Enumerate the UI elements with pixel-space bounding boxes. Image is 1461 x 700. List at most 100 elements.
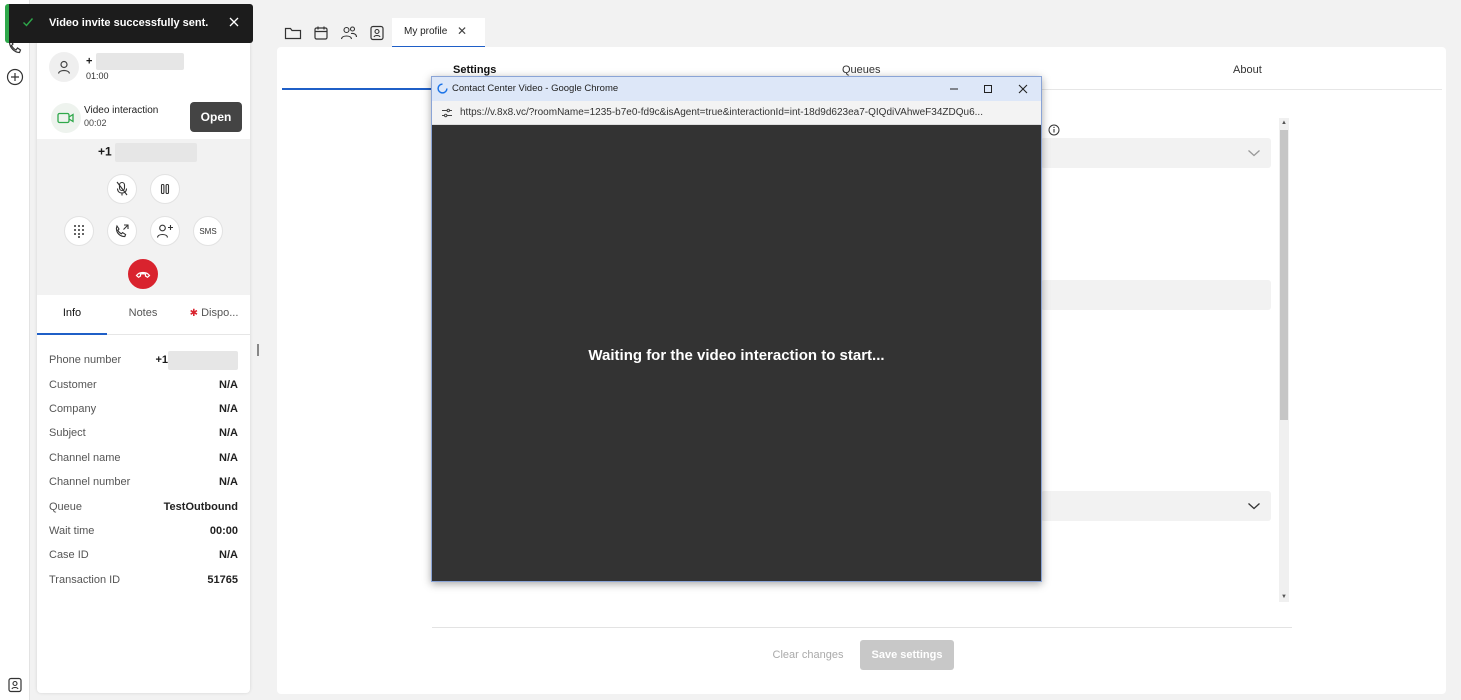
user-icon [57,60,71,74]
dialpad-icon [74,225,84,238]
add-icon[interactable] [6,68,24,86]
video-interaction-time: 00:02 [84,118,107,128]
success-toast: Video invite successfully sent. [5,4,253,43]
mute-button[interactable] [107,174,137,204]
info-label: Channel number [49,476,131,489]
dialed-number: +1 [98,143,198,162]
info-label: Customer [49,378,97,391]
info-icon[interactable] [1048,124,1060,139]
check-icon [23,18,34,27]
settings-dropdown[interactable] [1041,138,1271,168]
tab-disposition[interactable]: ✱ Dispo... [179,295,249,335]
video-interaction-row: Video interaction 00:02 Open [37,98,250,140]
left-rail [0,0,30,700]
close-icon[interactable] [227,15,241,29]
info-value: +1 [155,354,168,367]
info-value: 51765 [207,573,238,586]
add-user-icon [156,224,173,238]
settings-input[interactable] [1041,280,1271,310]
waiting-message: Waiting for the video interaction to sta… [588,347,885,364]
save-settings-button[interactable]: Save settings [860,640,954,670]
info-row: Customer N/A [49,372,238,396]
microphone-off-icon [116,181,128,196]
close-tab-icon[interactable]: ✕ [457,24,467,38]
chevron-down-icon [1248,150,1260,157]
contact-card-icon[interactable] [6,676,24,694]
call-controls: +1 SMS [37,139,250,295]
scroll-down-icon[interactable]: ▼ [1281,594,1287,600]
chevron-down-icon [1248,503,1260,510]
hang-up-button[interactable] [128,259,158,289]
info-row: Company N/A [49,397,238,421]
transfer-button[interactable] [107,216,137,246]
redacted-number [95,53,184,70]
team-icon[interactable] [340,24,358,42]
video-interaction-title: Video interaction [84,105,159,116]
popup-title: Contact Center Video - Google Chrome [452,83,619,94]
tab-about[interactable]: About [1233,64,1262,76]
info-value: N/A [219,378,238,391]
open-video-button[interactable]: Open [190,102,242,132]
info-value: N/A [219,427,238,440]
contact-card-icon[interactable] [368,24,386,42]
popup-url: https://v.8x8.vc/?roomName=1235-b7e0-fd9… [460,107,983,118]
tab-info[interactable]: Info [37,295,107,335]
info-value: N/A [219,549,238,562]
tab-my-profile-label: My profile [404,26,448,37]
dialed-number-prefix: +1 [98,144,112,159]
info-label: Transaction ID [49,573,121,586]
info-row: Channel number N/A [49,470,238,494]
info-row: Phone number +1 [49,348,238,372]
avatar [49,52,79,82]
caller-number: + [86,53,184,70]
tab-disposition-label: Dispo... [201,307,239,319]
close-icon[interactable] [1015,81,1031,97]
end-call-icon [135,271,151,279]
folder-icon[interactable] [284,24,302,42]
info-value: N/A [219,451,238,464]
scroll-up-icon[interactable]: ▲ [1281,120,1287,126]
redacted-number [115,143,198,162]
tab-my-profile[interactable]: My profile ✕ [392,18,485,48]
info-row: Queue TestOutbound [49,494,238,518]
phone-transfer-icon [115,224,129,238]
loading-spinner-icon [437,83,448,94]
popup-address-bar[interactable]: https://v.8x8.vc/?roomName=1235-b7e0-fd9… [432,101,1041,125]
info-label: Subject [49,427,86,440]
info-value: N/A [219,402,238,415]
info-value: N/A [219,476,238,489]
video-popup-window: Contact Center Video - Google Chrome htt… [431,76,1042,582]
panel-resize-handle[interactable] [257,344,259,356]
keypad-button[interactable] [64,216,94,246]
tab-notes[interactable]: Notes [108,295,178,335]
hold-button[interactable] [150,174,180,204]
active-tab-indicator [282,88,432,90]
info-label: Wait time [49,524,95,537]
caller-number-prefix: + [86,55,93,68]
sms-button[interactable]: SMS [193,216,223,246]
settings-dropdown[interactable] [1041,491,1271,521]
info-label: Queue [49,500,83,513]
minimize-icon[interactable] [946,81,962,97]
info-label: Phone number [49,354,122,367]
video-camera-icon [51,103,81,133]
call-header: + 01:00 [37,40,250,98]
info-row: Wait time 00:00 [49,519,238,543]
maximize-icon[interactable] [980,81,996,97]
scrollbar-thumb[interactable] [1280,130,1288,420]
info-list: Phone number +1 Customer N/A Company N/A S… [49,348,238,592]
info-row: Transaction ID 51765 [49,568,238,592]
clear-changes-button[interactable]: Clear changes [760,640,856,670]
info-value: TestOutbound [163,500,238,513]
tab-settings[interactable]: Settings [453,64,496,76]
info-value: 00:00 [209,524,238,537]
tab-queues[interactable]: Queues [842,64,881,76]
settings-scrollbar[interactable]: ▲ ▼ [1279,118,1289,602]
add-participant-button[interactable] [150,216,180,246]
calendar-icon[interactable] [312,24,330,42]
info-label: Channel name [49,451,121,464]
site-settings-icon[interactable] [441,108,453,118]
toast-message: Video invite successfully sent. [49,17,209,29]
popup-title-bar[interactable]: Contact Center Video - Google Chrome [432,77,1041,101]
info-row: Channel name N/A [49,446,238,470]
